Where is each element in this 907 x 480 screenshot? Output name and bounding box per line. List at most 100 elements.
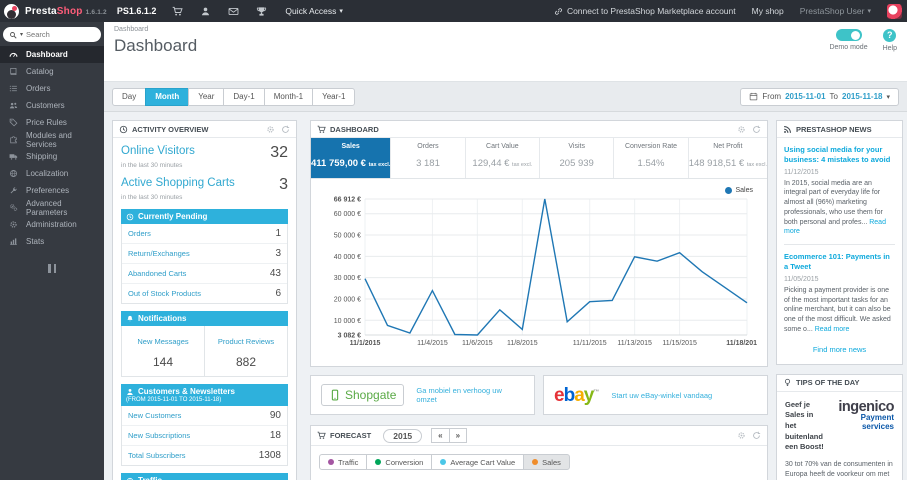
panel-title: TIPS OF THE DAY [796,378,860,388]
online-visitors-link[interactable]: Online Visitors [121,145,195,157]
forecast-tabs: Traffic Conversion Average Cart Value Sa… [311,446,767,478]
new-customers-link[interactable]: New Customers [128,411,181,420]
gear-icon[interactable] [737,431,746,440]
currently-pending-header: Currently Pending [121,209,288,224]
sidebar-item-customers[interactable]: Customers [0,97,104,114]
range-day-1-button[interactable]: Day-1 [223,87,265,106]
trophy-icon[interactable] [256,6,267,17]
sidebar-item-dashboard[interactable]: Dashboard [0,46,104,63]
demo-mode-toggle[interactable] [835,29,862,41]
kpi-sales[interactable]: Sales 411 759,00 € tax excl. [311,138,392,178]
shopgate-link[interactable]: Ga mobiel en verhoog uw omzet [416,386,524,404]
gear-icon [9,220,18,229]
sidebar-item-localization[interactable]: Localization [0,165,104,182]
forecast-next-button[interactable]: » [448,428,468,443]
svg-text:50 000 €: 50 000 € [334,233,361,240]
svg-text:11/15/2015: 11/15/2015 [662,340,697,347]
kpi-net-profit[interactable]: Net Profit 148 918,51 € tax excl. [689,138,767,178]
tab-average-cart-value[interactable]: Average Cart Value [431,454,525,470]
tab-traffic[interactable]: Traffic [319,454,368,470]
abandoned-carts-link[interactable]: Abandoned Carts [128,269,186,278]
kpi-cart-value[interactable]: Cart Value 129,44 € tax excl. [466,138,540,178]
chevron-down-icon: ▾ [886,93,890,101]
sidebar-item-administration[interactable]: Administration [0,216,104,233]
cogs-icon [9,203,18,212]
active-carts-link[interactable]: Active Shopping Carts [121,177,235,189]
gear-icon[interactable] [737,125,746,134]
range-day-button[interactable]: Day [112,87,147,106]
ingenico-services: services [861,422,894,432]
module-cards-row: Shopgate Ga mobiel en verhoog uw omzet e… [310,375,768,415]
new-subscriptions-link[interactable]: New Subscriptions [128,431,190,440]
kpi-conversion-rate[interactable]: Conversion Rate 1.54% [614,138,689,178]
refresh-icon[interactable] [752,125,761,134]
search-scope-caret[interactable]: ▾ [20,31,23,38]
forecast-year-input[interactable]: 2015 [383,428,423,443]
search-input[interactable] [26,30,95,39]
sales-line-chart: 3 082 € 10 000 € 20 000 € 30 000 € 40 000 € 5… [334,197,757,348]
help-button[interactable]: ? [883,29,897,42]
refresh-icon[interactable] [752,431,761,440]
user-icon[interactable] [200,6,211,17]
user-name: PrestaShop User [799,6,865,16]
pending-orders-link[interactable]: Orders [128,229,151,238]
svg-text:10 000 €: 10 000 € [334,318,361,325]
out-of-stock-link[interactable]: Out of Stock Products [128,289,201,298]
divider [784,244,895,246]
pending-returns-link[interactable]: Return/Exchanges [128,249,190,258]
quick-access-label: Quick Access [285,6,337,16]
kpi-visits[interactable]: Visits 205 939 [540,138,615,178]
range-year-1-button[interactable]: Year-1 [312,87,356,106]
find-more-news-link[interactable]: Find more news [784,345,895,354]
date-range-picker[interactable]: From 2015-11-01 To 2015-11-18 ▾ [740,87,899,106]
gear-icon[interactable] [266,125,275,134]
sidebar-item-advanced-parameters[interactable]: Advanced Parameters [0,199,104,217]
sales-dot [532,459,539,465]
sidebar-item-label: Dashboard [26,50,68,59]
clock-icon [119,125,128,134]
pending-row: Abandoned Carts 43 [122,264,287,284]
range-month-button[interactable]: Month [145,87,190,106]
cart-icon[interactable] [172,6,184,17]
book-icon [9,67,18,76]
tab-sales[interactable]: Sales [523,454,570,470]
chart-legend[interactable]: Sales [725,187,753,194]
kpi-orders[interactable]: Orders 3 181 [391,138,466,178]
refresh-icon[interactable] [281,125,290,134]
sidebar-item-price-rules[interactable]: Price Rules [0,114,104,131]
bar-chart-icon [9,237,18,246]
total-subscribers-link[interactable]: Total Subscribers [128,451,186,460]
user-menu[interactable]: PrestaShop User ▾ [800,6,871,16]
person-icon [126,388,134,396]
topbar: PrestaShop 1.6.1.2 PS1.6.1.2 Quick Access… [0,0,907,22]
ebay-link[interactable]: Start uw eBay-winkel vandaag [611,391,712,400]
sidebar-collapse-button[interactable] [46,264,58,273]
sidebar-item-label: Customers [26,101,65,110]
product-reviews-link[interactable]: Product Reviews [218,337,274,346]
sidebar-item-orders[interactable]: Orders [0,80,104,97]
range-year-button[interactable]: Year [188,87,225,106]
prestashop-news-panel: PRESTASHOP NEWS Using social media for y… [776,120,903,365]
sidebar-item-stats[interactable]: Stats [0,233,104,250]
calendar-icon [749,92,758,101]
tab-conversion[interactable]: Conversion [366,454,433,470]
svg-text:11/6/2015: 11/6/2015 [462,340,493,347]
marketplace-connect-link[interactable]: Connect to PrestaShop Marketplace accoun… [554,6,736,16]
sidebar-item-shipping[interactable]: Shipping [0,148,104,165]
news-article-title[interactable]: Using social media for your business: 4 … [784,145,895,165]
news-article-date: 11/12/2015 [784,168,819,176]
avatar[interactable] [887,3,902,19]
sidebar-item-catalog[interactable]: Catalog [0,63,104,80]
range-month-1-button[interactable]: Month-1 [263,87,314,106]
sidebar-item-label: Modules and Services [26,130,72,149]
new-messages-link[interactable]: New Messages [137,337,188,346]
quick-access-menu[interactable]: Quick Access ▾ [285,6,343,16]
my-shop-link[interactable]: My shop [752,6,784,16]
envelope-icon[interactable] [228,6,239,17]
forecast-prev-button[interactable]: « [431,428,450,443]
read-more-link[interactable]: Read more [815,326,850,333]
panel-title: FORECAST [330,431,372,440]
sidebar-item-preferences[interactable]: Preferences [0,182,104,199]
news-article-title[interactable]: Ecommerce 101: Payments in a Tweet [784,252,895,272]
sidebar-item-modules[interactable]: Modules and Services [0,130,104,149]
